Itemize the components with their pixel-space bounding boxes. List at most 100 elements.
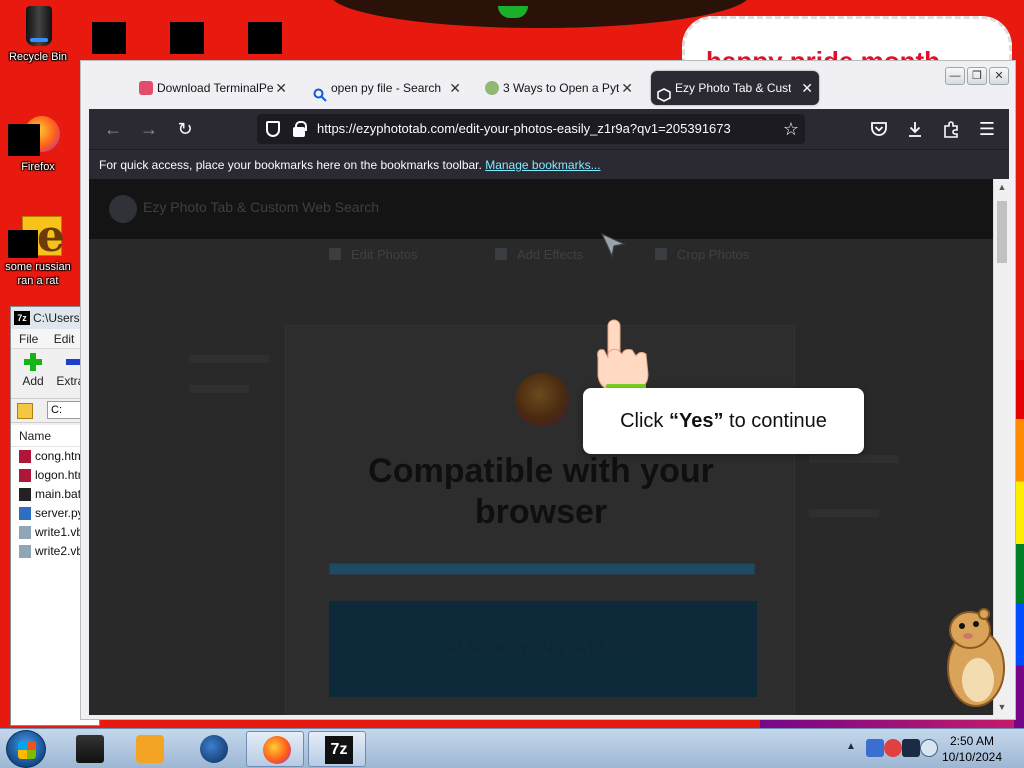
tab-open-py-file-search[interactable]: open py file - Search ✕ bbox=[307, 71, 467, 105]
media-player-icon bbox=[136, 735, 164, 763]
desktop-icon-recycle-bin[interactable]: Recycle Bin bbox=[0, 4, 76, 64]
batch-file-icon bbox=[19, 488, 31, 501]
windows-logo-icon bbox=[18, 741, 36, 759]
sevenzip-title: C:\Users\ bbox=[33, 311, 84, 325]
firefox-logo-icon bbox=[515, 373, 569, 427]
taskbar: 7z ▲ 2:50 AM 10/10/2024 bbox=[0, 728, 1024, 768]
back-button[interactable]: ← bbox=[101, 117, 125, 141]
taskbar-app-media-player[interactable] bbox=[120, 731, 178, 767]
tab-label: open py file - Search bbox=[331, 81, 442, 95]
pocket-icon[interactable] bbox=[867, 117, 891, 141]
taskbar-app-firefox[interactable] bbox=[246, 731, 304, 767]
firefox-icon bbox=[8, 114, 60, 158]
firefox-icon bbox=[263, 736, 291, 764]
minimize-button[interactable]: — bbox=[945, 67, 965, 85]
install-progress-bar bbox=[329, 563, 755, 575]
tab-close-icon[interactable]: ✕ bbox=[275, 71, 287, 105]
firefox-window[interactable]: — ❐ ✕ Download TerminalPe ✕ open py file… bbox=[80, 60, 1016, 720]
desktop-icon-firefox[interactable]: Firefox bbox=[0, 114, 76, 174]
plus-icon bbox=[24, 353, 42, 371]
tray-monitor-icon[interactable] bbox=[902, 739, 920, 757]
add-button-label: Add bbox=[22, 374, 44, 388]
taskbar-app-7zip[interactable]: 7z bbox=[308, 731, 366, 767]
python-file-icon bbox=[19, 507, 31, 520]
clock-date: 10/10/2024 bbox=[941, 750, 1003, 764]
bookmarks-toolbar: For quick access, place your bookmarks h… bbox=[89, 149, 1009, 179]
system-clock[interactable]: 2:50 AM 10/10/2024 bbox=[924, 733, 1020, 765]
tray-network-icon[interactable] bbox=[866, 739, 884, 757]
file-name: server.py bbox=[35, 506, 84, 520]
tab-close-icon[interactable]: ✕ bbox=[621, 71, 633, 105]
globe-icon bbox=[200, 735, 228, 763]
install-card bbox=[285, 325, 795, 715]
page-headline: Compatible with your browser bbox=[368, 452, 714, 531]
site-logo-icon bbox=[109, 195, 137, 223]
progress-fill bbox=[330, 564, 754, 574]
store-icon bbox=[139, 81, 153, 95]
tray-security-icon[interactable] bbox=[884, 739, 902, 757]
desktop-icon-russian-rat[interactable]: e some russian ran a rat bbox=[0, 211, 76, 288]
scroll-up-arrow-icon[interactable]: ▲ bbox=[994, 179, 1010, 195]
crop-icon bbox=[655, 248, 667, 260]
manage-bookmarks-link[interactable]: Manage bookmarks... bbox=[485, 158, 600, 172]
tab-ezy-photo-tab[interactable]: Ezy Photo Tab & Cust ✕ bbox=[651, 71, 819, 105]
lock-icon[interactable] bbox=[293, 121, 307, 137]
show-hidden-icons-arrow-icon[interactable]: ▲ bbox=[846, 741, 856, 752]
nav-add-effects[interactable]: Add Effects bbox=[495, 247, 583, 262]
sevenzip-logo-icon: 7z bbox=[14, 311, 30, 325]
mouse-cursor-icon bbox=[600, 232, 626, 258]
prompt-yes: “Yes” bbox=[668, 410, 724, 432]
redacted-desktop-icon[interactable] bbox=[170, 22, 204, 54]
address-bar[interactable]: https://ezyphototab.com/edit-your-photos… bbox=[257, 114, 805, 144]
menu-edit[interactable]: Edit bbox=[54, 332, 75, 346]
taskbar-app-media-window[interactable] bbox=[60, 731, 118, 767]
tab-close-icon[interactable]: ✕ bbox=[801, 71, 813, 105]
already-installed-button[interactable]: ALREADY INSTALLED! bbox=[329, 601, 757, 697]
media-window-icon bbox=[76, 735, 104, 763]
taskbar-app-globe-browser[interactable] bbox=[184, 731, 242, 767]
recycle-bin-icon bbox=[16, 4, 60, 48]
file-name: main.bat bbox=[35, 487, 82, 501]
add-button[interactable]: Add bbox=[13, 353, 53, 388]
tab-label: Download TerminalPe bbox=[157, 81, 273, 95]
close-button[interactable]: ✕ bbox=[989, 67, 1009, 85]
prompt-prefix: Click bbox=[620, 410, 669, 432]
desktop-icon-label: Recycle Bin bbox=[8, 51, 68, 63]
redacted-desktop-icon[interactable] bbox=[92, 22, 126, 54]
wikihow-icon bbox=[485, 81, 499, 95]
hamster-sticker-icon bbox=[947, 608, 1005, 707]
shield-tab-icon bbox=[657, 81, 671, 102]
decorative-bar bbox=[189, 355, 269, 363]
tab-close-icon[interactable]: ✕ bbox=[449, 71, 461, 105]
desktop-icon-label: some russian ran a rat bbox=[5, 261, 71, 287]
start-button[interactable] bbox=[6, 730, 46, 768]
menu-hamburger-icon[interactable]: ☰ bbox=[975, 117, 999, 141]
tab-label: Ezy Photo Tab & Cust bbox=[675, 81, 791, 95]
folder-up-icon[interactable] bbox=[17, 403, 33, 419]
nav-edit-photos[interactable]: Edit Photos bbox=[329, 247, 418, 262]
tab-label: 3 Ways to Open a Pyt bbox=[503, 81, 619, 95]
extensions-icon[interactable] bbox=[939, 117, 963, 141]
menu-file[interactable]: File bbox=[19, 332, 38, 346]
bookmark-star-icon[interactable]: ☆ bbox=[783, 114, 799, 144]
ie-shortcut-icon: e bbox=[8, 211, 65, 262]
redacted-desktop-icon[interactable] bbox=[248, 22, 282, 54]
clock-time: 2:50 AM bbox=[949, 734, 995, 748]
restore-button[interactable]: ❐ bbox=[967, 67, 987, 85]
nav-crop-photos[interactable]: Crop Photos bbox=[655, 247, 749, 262]
decorative-bar bbox=[189, 385, 249, 393]
tracking-protection-shield-icon[interactable] bbox=[266, 121, 280, 137]
html-file-icon bbox=[19, 450, 31, 463]
forward-button[interactable]: → bbox=[137, 117, 161, 141]
window-controls: — ❐ ✕ bbox=[945, 67, 1009, 85]
tab-strip: Download TerminalPe ✕ open py file - Sea… bbox=[81, 69, 941, 107]
url-text[interactable]: https://ezyphototab.com/edit-your-photos… bbox=[317, 114, 773, 144]
desktop-icon-label: Firefox bbox=[21, 161, 55, 173]
reload-button[interactable]: ↻ bbox=[173, 117, 197, 141]
tab-3-ways-to-open[interactable]: 3 Ways to Open a Pyt ✕ bbox=[479, 71, 639, 105]
downloads-icon[interactable] bbox=[903, 117, 927, 141]
page-header: Ezy Photo Tab & Custom Web Search bbox=[89, 179, 993, 239]
tab-download-terminalpe[interactable]: Download TerminalPe ✕ bbox=[133, 71, 293, 105]
scrollbar-thumb[interactable] bbox=[997, 201, 1007, 263]
script-file-icon bbox=[19, 545, 31, 558]
